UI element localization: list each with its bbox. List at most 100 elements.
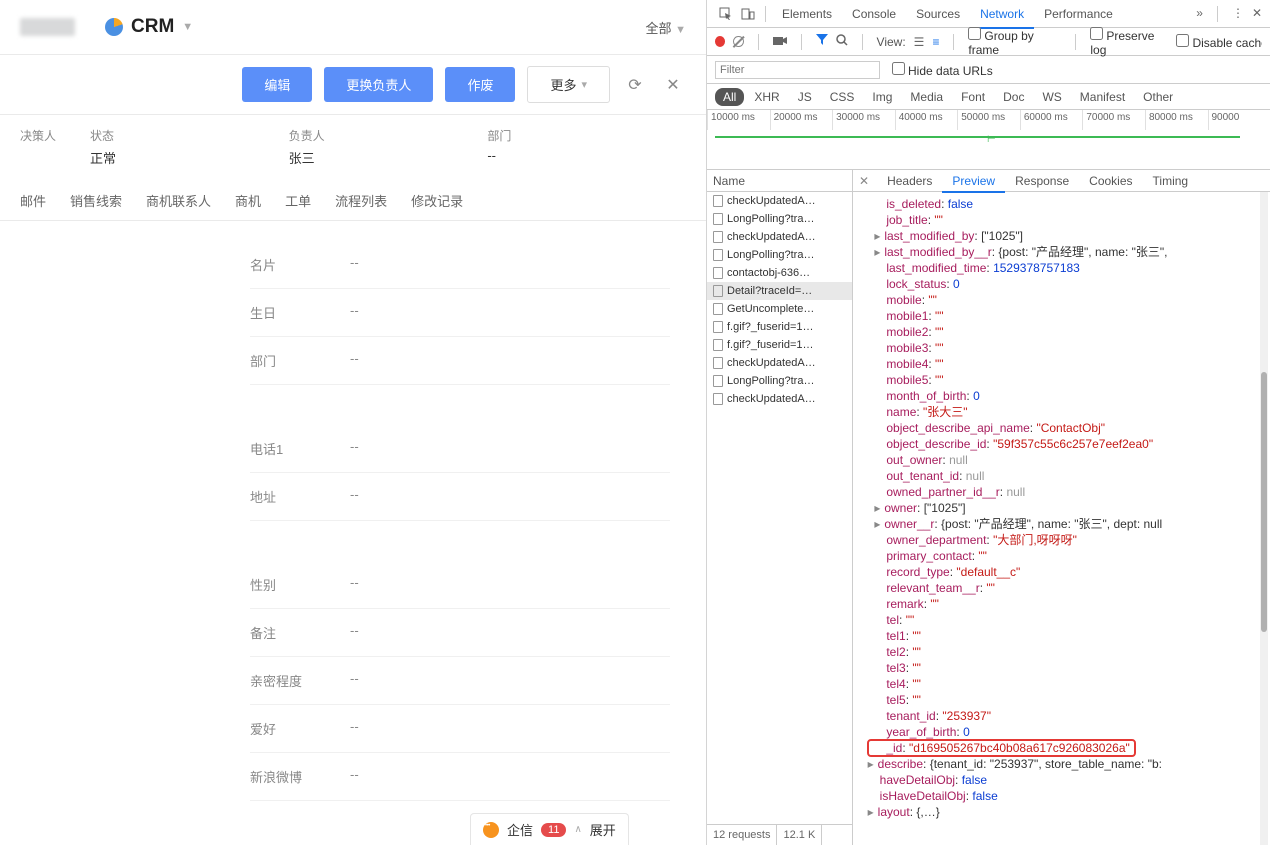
record-icon[interactable] [715,36,725,47]
json-line[interactable]: name: "张大三" [873,404,1270,420]
json-line[interactable]: tel2: "" [873,644,1270,660]
request-item[interactable]: LongPolling?tra… [707,372,852,390]
close-preview-icon[interactable]: ✕ [859,174,869,188]
request-item[interactable]: LongPolling?tra… [707,246,852,264]
json-line[interactable]: tel1: "" [873,628,1270,644]
json-line[interactable]: year_of_birth: 0 [873,724,1270,740]
json-line[interactable]: ▸owner: ["1025"] [873,500,1270,516]
devtools-tab[interactable]: Console [842,1,906,27]
edit-button[interactable]: 编辑 [242,67,312,102]
json-line[interactable]: object_describe_id: "59f357c55c6c257e7ee… [873,436,1270,452]
request-item[interactable]: GetUncomplete… [707,300,852,318]
type-chip[interactable]: CSS [822,88,863,106]
request-item[interactable]: checkUpdatedA… [707,228,852,246]
preview-tab[interactable]: Preview [942,171,1005,193]
json-line[interactable]: mobile5: "" [873,372,1270,388]
type-chip[interactable]: Font [953,88,993,106]
tab-item[interactable]: 销售线索 [70,191,122,210]
json-line[interactable]: _id: "d169505267bc40b08a617c926083026a" [873,740,1270,756]
json-line[interactable]: record_type: "default__c" [873,564,1270,580]
overflow-icon[interactable]: » [1196,6,1203,22]
type-chip[interactable]: Doc [995,88,1032,106]
refresh-icon[interactable]: ⟳ [622,72,648,98]
json-line[interactable]: lock_status: 0 [873,276,1270,292]
chat-bar[interactable]: 企信 11 ∧ 展开 [470,813,629,845]
json-line[interactable]: mobile3: "" [873,340,1270,356]
tab-item[interactable]: 修改记录 [411,191,463,210]
json-line[interactable]: ▸last_modified_by: ["1025"] [873,228,1270,244]
json-line[interactable]: owner_department: "大部门,呀呀呀" [873,532,1270,548]
request-item[interactable]: checkUpdatedA… [707,192,852,210]
json-line[interactable]: mobile: "" [873,292,1270,308]
preview-tab[interactable]: Timing [1143,171,1199,191]
json-line[interactable]: tel4: "" [873,676,1270,692]
more-button[interactable]: 更多 ▾ [527,66,610,103]
tab-item[interactable]: 流程列表 [335,191,387,210]
json-line[interactable]: ▸last_modified_by__r: {post: "产品经理", nam… [873,244,1270,260]
type-chip[interactable]: XHR [746,88,787,106]
scrollbar-thumb[interactable] [1261,372,1267,632]
json-line[interactable]: mobile1: "" [873,308,1270,324]
json-line[interactable]: tel3: "" [873,660,1270,676]
preserve-log-checkbox[interactable]: Preserve log [1090,27,1168,57]
camera-icon[interactable] [773,35,787,49]
json-line[interactable]: tenant_id: "253937" [873,708,1270,724]
kebab-icon[interactable]: ⋮ [1232,6,1244,22]
devtools-tab[interactable]: Network [970,1,1034,29]
json-line[interactable]: ▸layout: {,…} [873,804,1270,820]
devtools-tab[interactable]: Performance [1034,1,1123,27]
json-preview[interactable]: is_deleted: false job_title: "" ▸last_mo… [853,192,1270,845]
preview-tab[interactable]: Headers [877,171,942,191]
request-item[interactable]: f.gif?_fuserid=1… [707,336,852,354]
json-line[interactable]: remark: "" [873,596,1270,612]
inspect-icon[interactable] [715,3,737,25]
json-line[interactable]: haveDetailObj: false [873,772,1270,788]
json-line[interactable]: tel: "" [873,612,1270,628]
type-chip[interactable]: Img [864,88,900,106]
request-item[interactable]: contactobj-636… [707,264,852,282]
json-line[interactable]: out_owner: null [873,452,1270,468]
waterfall-icon[interactable]: ≡ [932,35,939,49]
preview-tab[interactable]: Response [1005,171,1079,191]
type-chip[interactable]: WS [1034,88,1069,106]
json-line[interactable]: tel5: "" [873,692,1270,708]
json-line[interactable]: object_describe_api_name: "ContactObj" [873,420,1270,436]
tab-item[interactable]: 商机联系人 [146,191,211,210]
json-line[interactable]: is_deleted: false [873,196,1270,212]
large-rows-icon[interactable]: ☰ [914,35,925,49]
filter-input[interactable] [715,61,880,79]
json-line[interactable]: primary_contact: "" [873,548,1270,564]
json-line[interactable]: job_title: "" [873,212,1270,228]
filter-icon[interactable] [816,34,828,49]
json-line[interactable]: out_tenant_id: null [873,468,1270,484]
clear-icon[interactable] [733,36,743,47]
tab-item[interactable]: 工单 [285,191,311,210]
change-owner-button[interactable]: 更换负责人 [324,67,433,102]
scope-dropdown[interactable]: 全部 ▼ [645,18,686,37]
app-title[interactable]: CRM ▼ [105,16,193,38]
request-item[interactable]: f.gif?_fuserid=1… [707,318,852,336]
json-line[interactable]: ▸describe: {tenant_id: "253937", store_t… [873,756,1270,772]
devtools-tab[interactable]: Sources [906,1,970,27]
json-line[interactable]: owned_partner_id__r: null [873,484,1270,500]
type-chip[interactable]: Media [902,88,951,106]
json-line[interactable]: last_modified_time: 1529378757183 [873,260,1270,276]
request-item[interactable]: checkUpdatedA… [707,390,852,408]
device-icon[interactable] [737,3,759,25]
json-line[interactable]: mobile2: "" [873,324,1270,340]
request-item[interactable]: checkUpdatedA… [707,354,852,372]
devtools-tab[interactable]: Elements [772,1,842,27]
timeline[interactable]: 10000 ms20000 ms30000 ms40000 ms50000 ms… [707,110,1270,170]
tab-item[interactable]: 邮件 [20,191,46,210]
json-line[interactable]: mobile4: "" [873,356,1270,372]
devtools-close-icon[interactable]: ✕ [1252,6,1262,22]
group-by-frame-checkbox[interactable]: Group by frame [968,27,1061,57]
close-icon[interactable]: ✕ [660,72,686,98]
discard-button[interactable]: 作废 [445,67,515,102]
type-chip[interactable]: JS [790,88,820,106]
type-chip[interactable]: All [715,88,744,106]
search-icon[interactable] [836,34,848,49]
disable-cache-checkbox[interactable]: Disable cache [1176,34,1262,50]
type-chip[interactable]: Manifest [1072,88,1133,106]
json-line[interactable]: ▸owner__r: {post: "产品经理", name: "张三", de… [873,516,1270,532]
